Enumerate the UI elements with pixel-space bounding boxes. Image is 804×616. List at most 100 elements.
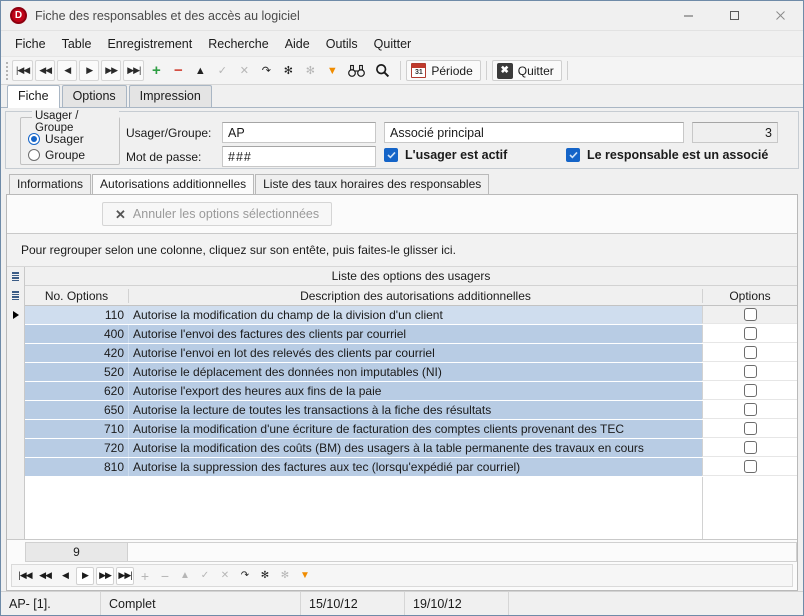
motdepasse-input[interactable]: ### bbox=[222, 146, 376, 167]
table-row[interactable]: 520 Autorise le déplacement des données … bbox=[25, 363, 797, 382]
table-row[interactable]: 110 Autorise la modification du champ de… bbox=[25, 306, 797, 325]
confirm-button[interactable]: ✓ bbox=[212, 60, 232, 81]
grid-filter-button[interactable]: ▼ bbox=[296, 567, 314, 585]
edit-record-button[interactable]: ▲ bbox=[190, 60, 210, 81]
inner-tab-autorisations[interactable]: Autorisations additionnelles bbox=[92, 174, 255, 195]
grid-next-button[interactable]: ▶ bbox=[76, 566, 94, 585]
grid-refresh-button[interactable]: ↷ bbox=[236, 567, 254, 585]
toolbar-separator-3 bbox=[566, 61, 568, 80]
window-title: Fiche des responsables et des accès au l… bbox=[35, 8, 300, 23]
filter-button[interactable]: ▼ bbox=[322, 60, 342, 81]
menu-item-aide[interactable]: Aide bbox=[277, 34, 318, 54]
menu-item-recherche[interactable]: Recherche bbox=[200, 34, 276, 54]
grid-confirm-button[interactable]: ✓ bbox=[196, 567, 214, 585]
cell-option-checkbox[interactable] bbox=[702, 363, 797, 381]
usager-input[interactable]: AP bbox=[222, 122, 376, 143]
tab-fiche[interactable]: Fiche bbox=[7, 85, 60, 108]
menu-item-quitter[interactable]: Quitter bbox=[366, 34, 420, 54]
main-toolbar: |◀◀ ◀◀ ◀ ▶ ▶▶ ▶▶| + − ▲ ✓ ✕ ↷ ✻ ✻ ▼ 31 P… bbox=[1, 56, 803, 85]
indicator-current-row-arrow bbox=[7, 305, 24, 324]
menu-item-fiche[interactable]: Fiche bbox=[7, 34, 54, 54]
cell-no-options: 520 bbox=[25, 363, 128, 381]
cell-option-checkbox[interactable] bbox=[702, 325, 797, 343]
cell-option-checkbox[interactable] bbox=[702, 344, 797, 362]
cell-no-options: 650 bbox=[25, 401, 128, 419]
table-row[interactable]: 650 Autorise la lecture de toutes les tr… bbox=[25, 401, 797, 420]
menu-item-table[interactable]: Table bbox=[54, 34, 100, 54]
menu-item-enregistrement[interactable]: Enregistrement bbox=[99, 34, 200, 54]
checkbox-responsable-associe[interactable]: Le responsable est un associé bbox=[566, 148, 768, 162]
grid-edit-button[interactable]: ▲ bbox=[176, 567, 194, 585]
periode-button[interactable]: 31 Période bbox=[406, 60, 481, 81]
refresh-button[interactable]: ↷ bbox=[256, 60, 276, 81]
next-page-button[interactable]: ▶▶ bbox=[101, 60, 122, 81]
grid-delete-button[interactable]: − bbox=[156, 567, 174, 585]
annuler-options-button[interactable]: ✕ Annuler les options sélectionnées bbox=[102, 202, 333, 226]
radio-groupe-icon bbox=[28, 149, 40, 161]
table-row[interactable]: 620 Autorise l'export des heures aux fin… bbox=[25, 382, 797, 401]
cell-option-checkbox[interactable] bbox=[702, 401, 797, 419]
maximize-button[interactable] bbox=[711, 1, 757, 31]
menu-item-outils[interactable]: Outils bbox=[318, 34, 366, 54]
binoculars-icon[interactable] bbox=[344, 60, 369, 81]
cell-description: Autorise l'export des heures aux fins de… bbox=[128, 382, 702, 400]
last-record-button[interactable]: ▶▶| bbox=[123, 60, 145, 81]
cell-option-checkbox[interactable] bbox=[702, 382, 797, 400]
tab-options[interactable]: Options bbox=[61, 85, 127, 107]
grid-first-button[interactable]: |◀◀ bbox=[16, 567, 34, 585]
quitter-button[interactable]: ✖ Quitter bbox=[491, 60, 562, 81]
search-icon[interactable] bbox=[371, 60, 394, 81]
minimize-button[interactable] bbox=[665, 1, 711, 31]
inner-tab-informations[interactable]: Informations bbox=[9, 174, 92, 194]
radio-option-usager[interactable]: Usager bbox=[28, 132, 84, 146]
indicator-header-handle[interactable] bbox=[7, 286, 24, 305]
status-record: AP- [1]. bbox=[1, 592, 101, 615]
inner-tab-taux-horaires[interactable]: Liste des taux horaires des responsables bbox=[255, 174, 490, 194]
star-button[interactable]: ✻ bbox=[278, 60, 298, 81]
add-record-button[interactable]: + bbox=[146, 60, 166, 81]
cell-option-checkbox[interactable] bbox=[702, 439, 797, 457]
radio-option-groupe[interactable]: Groupe bbox=[28, 148, 85, 162]
grid-star-dim-button[interactable]: ✻ bbox=[276, 567, 294, 585]
prev-page-button[interactable]: ◀◀ bbox=[35, 60, 56, 81]
grid-add-button[interactable]: + bbox=[136, 567, 154, 585]
grid-next-page-button[interactable]: ▶▶ bbox=[96, 566, 114, 585]
cell-option-checkbox[interactable] bbox=[702, 420, 797, 438]
table-row[interactable]: 400 Autorise l'envoi des factures des cl… bbox=[25, 325, 797, 344]
table-row[interactable]: 710 Autorise la modification d'une écrit… bbox=[25, 420, 797, 439]
tab-impression[interactable]: Impression bbox=[128, 85, 212, 107]
indicator-band-handle[interactable] bbox=[7, 267, 24, 286]
grid-prev-page-button[interactable]: ◀◀ bbox=[36, 567, 54, 585]
column-header-options[interactable]: Options bbox=[702, 288, 797, 303]
inner-tab-strip: Informations Autorisations additionnelle… bbox=[1, 174, 803, 195]
cell-description: Autorise l'envoi en lot des relevés des … bbox=[128, 344, 702, 362]
delete-record-button[interactable]: − bbox=[168, 60, 188, 81]
first-record-button[interactable]: |◀◀ bbox=[12, 60, 34, 81]
cancel-button[interactable]: ✕ bbox=[234, 60, 254, 81]
cell-option-checkbox[interactable] bbox=[702, 458, 797, 476]
group-by-drop-area[interactable]: Pour regrouper selon une colonne, clique… bbox=[7, 233, 797, 267]
checkbox-unchecked-icon bbox=[743, 365, 757, 378]
table-row[interactable]: 420 Autorise l'envoi en lot des relevés … bbox=[25, 344, 797, 363]
table-row[interactable]: 720 Autorise la modification des coûts (… bbox=[25, 439, 797, 458]
table-row[interactable]: 810 Autorise la suppression des factures… bbox=[25, 458, 797, 477]
checkbox-usager-actif[interactable]: L'usager est actif bbox=[384, 148, 507, 162]
description-input[interactable]: Associé principal bbox=[384, 122, 684, 143]
prev-record-button[interactable]: ◀ bbox=[57, 60, 78, 81]
grid-cancel-button[interactable]: ✕ bbox=[216, 567, 234, 585]
toolbar-grip[interactable] bbox=[3, 61, 11, 81]
grid-prev-button[interactable]: ◀ bbox=[56, 567, 74, 585]
status-state: Complet bbox=[101, 592, 301, 615]
grid-star-button[interactable]: ✻ bbox=[256, 567, 274, 585]
checkbox-usager-actif-label: L'usager est actif bbox=[405, 148, 508, 162]
close-button[interactable] bbox=[757, 1, 803, 31]
cell-option-checkbox[interactable] bbox=[702, 306, 797, 324]
grid-last-button[interactable]: ▶▶| bbox=[116, 566, 134, 585]
radio-usager-icon bbox=[28, 133, 40, 145]
column-header-no-options[interactable]: No. Options bbox=[25, 289, 128, 303]
next-record-button[interactable]: ▶ bbox=[79, 60, 100, 81]
column-header-description[interactable]: Description des autorisations additionne… bbox=[128, 288, 702, 303]
star-dim-button[interactable]: ✻ bbox=[300, 60, 320, 81]
checkbox-unchecked-icon bbox=[743, 384, 757, 397]
radio-group-legend: Usager / Groupe bbox=[32, 110, 119, 134]
